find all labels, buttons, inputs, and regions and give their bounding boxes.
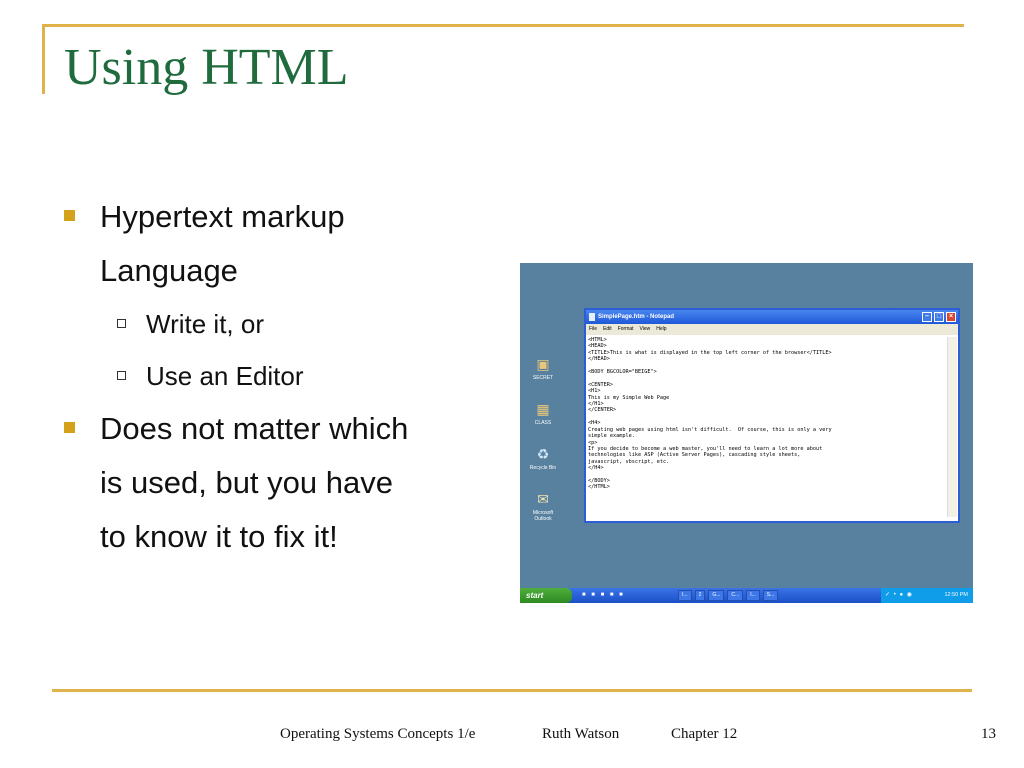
desktop-icon-label: SECRET <box>532 375 554 381</box>
bullet-text: to know it to fix it! <box>100 519 338 554</box>
recycle-bin-icon: ♻ <box>536 446 550 462</box>
bullet-item: Hypertext markup <box>60 190 480 244</box>
taskbar: start ■ ■ ■ ■ ■ I... 2 G... C... I... S.… <box>520 588 973 603</box>
bullet-text: Hypertext markup <box>100 199 345 234</box>
notepad-screenshot: ▣ SECRET ▦ CLASS ♻ Recycle Bin ✉ Microso… <box>520 263 973 603</box>
desktop-icon-outlook: ✉ Microsoft Outlook <box>528 491 558 522</box>
bullet-text: is used, but you have <box>100 465 393 500</box>
desktop-icon-secret: ▣ SECRET <box>528 356 558 381</box>
maximize-icon: □ <box>934 312 944 322</box>
menu-file: File <box>589 326 598 332</box>
desktop-icon-label: Microsoft Outlook <box>532 510 554 522</box>
menu-view: View <box>639 326 651 332</box>
taskbar-item: I... <box>678 590 692 601</box>
notepad-scrollbar <box>947 337 957 517</box>
start-label: start <box>526 591 544 600</box>
bullet-text: Language <box>100 253 238 288</box>
system-tray: ✓ • ● ◉ 12:50 PM <box>881 588 973 603</box>
footer-course: Operating Systems Concepts 1/e <box>280 726 476 742</box>
footer-author: Ruth Watson <box>542 726 620 742</box>
sub-bullet-text: Use an Editor <box>146 361 304 391</box>
bullet-item: Does not matter which <box>60 402 480 456</box>
menu-edit: Edit <box>603 326 612 332</box>
bullet-list: Hypertext markup Language Write it, or U… <box>60 190 480 564</box>
slide-title: Using HTML <box>64 39 349 96</box>
title-accent-line <box>42 24 964 27</box>
taskbar-item: 2 <box>694 590 706 601</box>
notepad-title: SimplePage.htm - Notepad <box>598 314 675 320</box>
sub-bullet-item: Use an Editor <box>60 350 480 402</box>
bullet-text: Does not matter which <box>100 411 409 446</box>
notepad-menubar: File Edit Format View Help <box>586 324 958 335</box>
minimize-icon: – <box>922 312 932 322</box>
sub-bullet-item: Write it, or <box>60 298 480 350</box>
start-button: start <box>520 588 572 603</box>
close-icon: × <box>946 312 956 322</box>
footer-accent-line <box>52 689 972 692</box>
tray-icons: ✓ • ● ◉ <box>885 592 913 598</box>
bullet-item-continued: to know it to fix it! <box>60 510 480 564</box>
desktop-icon-recycle-bin: ♻ Recycle Bin <box>528 446 558 471</box>
menu-format: Format <box>617 326 634 332</box>
bullet-item-continued: Language <box>60 244 480 298</box>
footer-page-number: 13 <box>981 726 996 742</box>
taskbar-clock: 12:50 PM <box>944 592 968 598</box>
notepad-titlebar: SimplePage.htm - Notepad – □ × <box>586 310 958 324</box>
desktop-icon-label: CLASS <box>534 420 552 426</box>
title-accent-bar <box>42 24 45 94</box>
folder-icon: ▣ <box>536 356 550 372</box>
footer-chapter: Chapter 12 <box>671 726 738 742</box>
notepad-text-content: <HTML> <HEAD> <TITLE>This is what is dis… <box>588 337 832 491</box>
outlook-icon: ✉ <box>537 491 549 507</box>
bullet-square-icon <box>64 422 75 433</box>
taskbar-items: I... 2 G... C... I... S... <box>678 590 779 601</box>
desktop-icon-label: Recycle Bin <box>529 465 557 471</box>
hollow-square-bullet-icon <box>117 319 126 328</box>
folder-icon: ▦ <box>536 401 550 417</box>
notepad-window: SimplePage.htm - Notepad – □ × File Edit… <box>584 308 960 523</box>
bullet-item-continued: is used, but you have <box>60 456 480 510</box>
hollow-square-bullet-icon <box>117 371 126 380</box>
taskbar-item: C... <box>727 590 744 601</box>
desktop-icon-class: ▦ CLASS <box>528 401 558 426</box>
bullet-square-icon <box>64 210 75 221</box>
menu-help: Help <box>656 326 667 332</box>
notepad-icon <box>589 313 595 321</box>
taskbar-item: I... <box>746 590 760 601</box>
taskbar-item: S... <box>762 590 779 601</box>
taskbar-item: G... <box>708 590 725 601</box>
window-controls: – □ × <box>922 312 956 322</box>
sub-bullet-text: Write it, or <box>146 309 264 339</box>
quick-launch-icons: ■ ■ ■ ■ ■ <box>582 592 625 598</box>
